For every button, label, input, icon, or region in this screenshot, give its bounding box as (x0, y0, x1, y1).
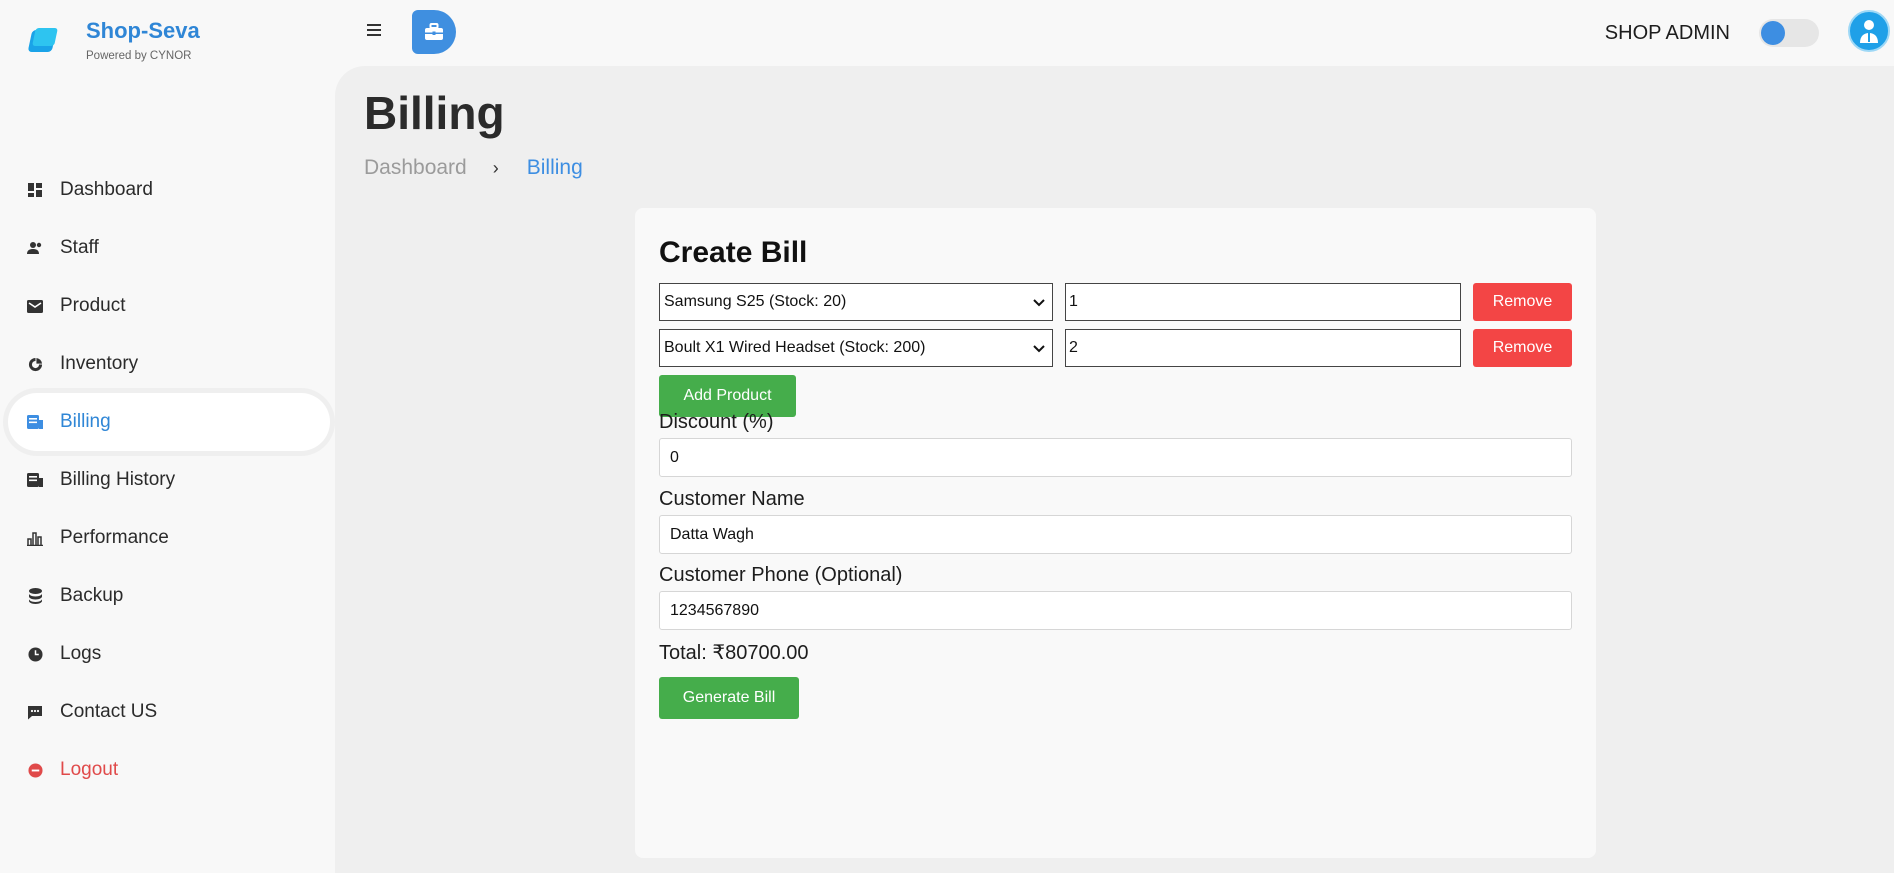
sidebar-item-backup[interactable]: Backup (0, 567, 335, 625)
menu-toggle-icon[interactable] (367, 24, 381, 39)
admin-label: SHOP ADMIN (1604, 22, 1730, 44)
product-select[interactable]: Samsung S25 (Stock: 20) (659, 283, 1053, 321)
main-content: Billing Dashboard › Billing Create Bill … (335, 66, 1894, 873)
sidebar-item-label: Billing (60, 411, 111, 432)
performance-icon (26, 529, 44, 547)
sidebar-item-label: Backup (60, 585, 124, 606)
sidebar-item-billing[interactable]: Billing (8, 393, 330, 451)
brand-title: Shop-Seva (86, 18, 200, 43)
product-icon (26, 297, 44, 315)
customer-phone-input[interactable]: 1234567890 (659, 591, 1572, 630)
toggle-knob (1761, 21, 1785, 45)
breadcrumb-dashboard-link[interactable]: Dashboard (364, 156, 467, 180)
product-row: Samsung S25 (Stock: 20) 1 Remove (659, 283, 1572, 321)
sidebar-item-label: Inventory (60, 353, 139, 374)
sidebar-nav: Dashboard Staff Product Inventory Billin… (0, 161, 335, 799)
card-title: Create Bill (659, 236, 808, 269)
sidebar-item-logs[interactable]: Logs (0, 625, 335, 683)
product-select[interactable]: Boult X1 Wired Headset (Stock: 200) (659, 329, 1053, 367)
sidebar-item-label: Product (60, 295, 126, 316)
sidebar-item-performance[interactable]: Performance (0, 509, 335, 567)
product-select-value: Samsung S25 (Stock: 20) (664, 293, 847, 310)
logout-icon (26, 761, 44, 779)
product-select-value: Boult X1 Wired Headset (Stock: 200) (664, 339, 926, 356)
dashboard-icon (26, 181, 44, 199)
sidebar-item-label: Logs (60, 643, 102, 664)
brand-subtitle: Powered by CYNOR (86, 50, 192, 62)
brand[interactable]: Shop-Seva Powered by CYNOR (24, 18, 200, 64)
customer-name-input[interactable]: Datta Wagh (659, 515, 1572, 554)
sidebar-item-logout[interactable]: Logout (0, 741, 335, 799)
remove-product-button[interactable]: Remove (1473, 329, 1572, 367)
sidebar-item-dashboard[interactable]: Dashboard (0, 161, 335, 219)
generate-bill-button[interactable]: Generate Bill (659, 677, 799, 719)
logs-icon (26, 645, 44, 663)
bill-total: Total: ₹80700.00 (659, 642, 809, 664)
sidebar-item-inventory[interactable]: Inventory (0, 335, 335, 393)
customer-name-label: Customer Name (659, 488, 805, 510)
discount-input[interactable]: 0 (659, 438, 1572, 477)
customer-phone-label: Customer Phone (Optional) (659, 564, 903, 586)
sidebar-item-label: Contact US (60, 701, 158, 722)
inventory-icon (26, 355, 44, 373)
quantity-input[interactable]: 1 (1065, 283, 1461, 321)
create-bill-card: Create Bill Samsung S25 (Stock: 20) 1 Re… (635, 208, 1596, 858)
sidebar: Shop-Seva Powered by CYNOR Dashboard Sta… (0, 0, 335, 873)
theme-toggle[interactable] (1759, 19, 1819, 47)
sidebar-item-billing-history[interactable]: Billing History (0, 451, 335, 509)
sidebar-item-label: Logout (60, 759, 119, 780)
chevron-right-icon: › (492, 157, 499, 178)
sidebar-item-label: Billing History (60, 469, 176, 490)
sidebar-item-product[interactable]: Product (0, 277, 335, 335)
product-row: Boult X1 Wired Headset (Stock: 200) 2 Re… (659, 329, 1572, 367)
shop-seva-logo-icon (24, 28, 64, 64)
discount-label: Discount (%) (659, 411, 774, 433)
sidebar-item-staff[interactable]: Staff (0, 219, 335, 277)
quantity-input[interactable]: 2 (1065, 329, 1461, 367)
chevron-down-icon (1033, 299, 1045, 307)
billing-history-icon (26, 471, 44, 489)
sidebar-item-label: Performance (60, 527, 169, 548)
breadcrumb-current: Billing (526, 156, 583, 179)
briefcase-icon[interactable] (412, 10, 456, 54)
sidebar-item-label: Dashboard (60, 179, 153, 200)
contact-icon (26, 703, 44, 721)
staff-icon (26, 239, 44, 257)
billing-icon (26, 413, 44, 431)
sidebar-item-label: Staff (60, 237, 99, 258)
chevron-down-icon (1033, 345, 1045, 353)
backup-icon (26, 587, 44, 605)
remove-product-button[interactable]: Remove (1473, 283, 1572, 321)
page-title: Billing (364, 87, 505, 139)
breadcrumb: Dashboard › Billing (364, 156, 583, 180)
user-avatar-icon[interactable] (1848, 10, 1890, 52)
sidebar-item-contact-us[interactable]: Contact US (0, 683, 335, 741)
top-header: SHOP ADMIN (335, 0, 1894, 66)
